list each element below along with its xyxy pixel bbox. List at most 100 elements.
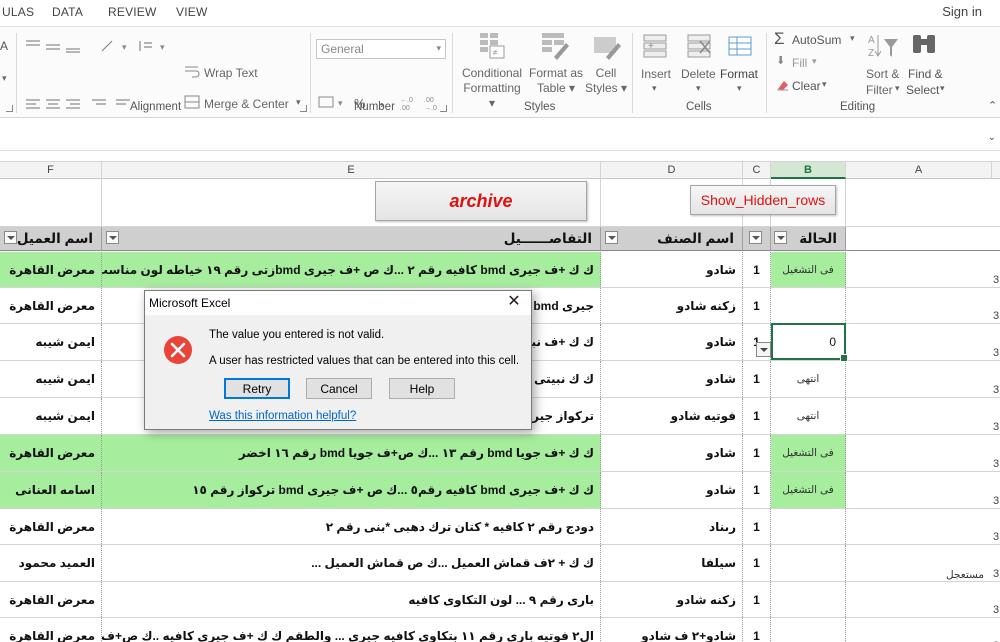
chevron-down-icon[interactable]: ▾: [652, 83, 657, 94]
chevron-down-icon[interactable]: ▾: [850, 33, 855, 44]
cell-colA[interactable]: [846, 398, 992, 434]
wrap-text-icon[interactable]: [184, 65, 200, 79]
cell-qty[interactable]: 1: [743, 618, 771, 642]
cell-qty[interactable]: 1: [743, 435, 771, 471]
eraser-icon[interactable]: [776, 79, 790, 91]
cell-colA[interactable]: [846, 472, 992, 508]
cell-customer[interactable]: معرض القاهرة: [0, 618, 102, 642]
cell-customer[interactable]: العميد محمود: [0, 545, 102, 581]
cell-item[interactable]: زكنه شادو: [601, 582, 743, 617]
cell-details[interactable]: دودج رقم ٢ كافيه * كتان ترك دهبى *بنى رق…: [102, 509, 601, 544]
cell-status[interactable]: فى التشغيل: [771, 472, 846, 508]
cell-customer[interactable]: معرض القاهرة: [0, 435, 102, 471]
cell-status[interactable]: فى التشغيل: [771, 435, 846, 471]
cell-status[interactable]: [771, 288, 846, 323]
cell-status[interactable]: [771, 509, 846, 544]
sort-filter-button[interactable]: Sort &: [866, 67, 899, 81]
clear-button[interactable]: Clear: [792, 79, 821, 93]
cell-item[interactable]: شادو+٢ ف شادو: [601, 618, 743, 642]
wrap-text-button[interactable]: Wrap Text: [204, 66, 258, 80]
cell-status[interactable]: فى التشغيل: [771, 252, 846, 287]
cell-qty[interactable]: 1: [743, 582, 771, 617]
cell-colA[interactable]: [846, 582, 992, 617]
binoculars-icon[interactable]: [910, 31, 940, 59]
decimal-icons[interactable]: ←.0.00.00→.0: [398, 93, 446, 113]
feedback-link[interactable]: Was this information helpful?: [209, 410, 356, 422]
column-header-e[interactable]: E: [102, 162, 601, 179]
merge-center-button[interactable]: Merge & Center: [204, 97, 289, 111]
cell-customer[interactable]: ايمن شيبه: [0, 324, 102, 360]
cell-qty[interactable]: 1: [743, 361, 771, 397]
collapse-ribbon-icon[interactable]: ⌃: [988, 99, 997, 112]
number-format-select[interactable]: General ▾: [316, 39, 446, 59]
cell-item[interactable]: زكنه شادو: [601, 288, 743, 323]
chevron-down-icon[interactable]: ▾: [940, 83, 945, 94]
delete-cells-icon[interactable]: [686, 33, 714, 59]
format-as-table-icon[interactable]: [540, 31, 570, 61]
font-size-up-icon[interactable]: A: [0, 39, 8, 53]
chevron-down-icon[interactable]: ▾: [737, 83, 742, 94]
cell-status[interactable]: [771, 545, 846, 581]
retry-button[interactable]: Retry: [224, 378, 290, 399]
format-as-table-button[interactable]: Format as Table ▾: [526, 66, 586, 96]
chevron-down-icon[interactable]: ▾: [2, 73, 7, 84]
cell-styles-icon[interactable]: [592, 31, 622, 61]
cell-qty[interactable]: 1: [743, 472, 771, 508]
tab-formulas[interactable]: ULAS: [2, 5, 34, 19]
cell-customer[interactable]: معرض القاهرة: [0, 288, 102, 323]
format-button[interactable]: Format: [720, 67, 758, 81]
close-icon[interactable]: ✕: [505, 293, 523, 311]
sign-in-link[interactable]: Sign in: [942, 4, 982, 19]
cell-customer[interactable]: معرض القاهرة: [0, 252, 102, 287]
merge-center-icon[interactable]: [184, 95, 200, 109]
cell-qty[interactable]: 1: [743, 509, 771, 544]
cell-status[interactable]: انتهى: [771, 398, 846, 434]
cell-colA[interactable]: [846, 435, 992, 471]
autosum-button[interactable]: AutoSum: [792, 33, 841, 47]
tab-view[interactable]: VIEW: [176, 5, 207, 19]
help-button[interactable]: Help: [389, 378, 455, 399]
insert-cells-icon[interactable]: +: [642, 33, 670, 59]
number-launcher-icon[interactable]: [440, 105, 447, 112]
cell-qty[interactable]: 1: [743, 398, 771, 434]
cell-colA[interactable]: [846, 361, 992, 397]
cell-details[interactable]: بارى رقم ٩ ... لون التكاوى كافيه: [102, 582, 601, 617]
cell-colA[interactable]: [846, 252, 992, 287]
column-header-f[interactable]: F: [0, 162, 102, 179]
cell-details[interactable]: ك ك +ف جيرى bmd كافيه رقم ٢ ...ك ص +ف جي…: [102, 252, 601, 287]
format-cells-icon[interactable]: [726, 31, 754, 59]
column-header-b[interactable]: B: [771, 162, 846, 179]
orientation-icon[interactable]: ▾ ▾: [100, 39, 170, 53]
cell-customer[interactable]: ايمن شيبه: [0, 398, 102, 434]
cell-qty[interactable]: 1: [743, 288, 771, 323]
cell-colA[interactable]: [846, 288, 992, 323]
cell-colA[interactable]: مستعجل: [846, 545, 992, 581]
cell-details[interactable]: ال٢ فوتيه بارى رقم ١١ بتكاوى كافيه جيرى …: [102, 618, 601, 642]
cell-item[interactable]: شادو: [601, 252, 743, 287]
cell-item[interactable]: فوتيه شادو: [601, 398, 743, 434]
align-top-icon[interactable]: [24, 39, 96, 53]
cell-status[interactable]: انتهى: [771, 361, 846, 397]
filter-dropdown-icon[interactable]: [4, 231, 17, 244]
alignment-launcher-icon[interactable]: [300, 105, 307, 112]
cell-colA[interactable]: [846, 509, 992, 544]
tab-data[interactable]: DATA: [52, 5, 83, 19]
chevron-down-icon[interactable]: ▾: [895, 83, 900, 94]
cell-item[interactable]: شادو: [601, 361, 743, 397]
tab-review[interactable]: REVIEW: [108, 5, 157, 19]
column-header-d[interactable]: D: [601, 162, 743, 179]
cancel-button[interactable]: Cancel: [306, 378, 372, 399]
cell-qty[interactable]: 1: [743, 545, 771, 581]
filter-dropdown-icon[interactable]: [774, 231, 787, 244]
filter-dropdown-icon[interactable]: [749, 231, 762, 244]
sort-filter-icon[interactable]: AZ: [866, 31, 900, 61]
chevron-down-icon[interactable]: ▾: [812, 56, 817, 67]
cell-qty[interactable]: 1: [743, 252, 771, 287]
cell-customer[interactable]: معرض القاهرة: [0, 509, 102, 544]
cell-details[interactable]: ك ك +ف جويا bmd رقم ١٣ ...ك ص+ف جويا bmd…: [102, 435, 601, 471]
cell-colA[interactable]: [846, 324, 992, 360]
active-cell[interactable]: 0: [771, 323, 848, 362]
fill-button[interactable]: Fill: [792, 56, 807, 70]
filter-label[interactable]: Filter: [866, 83, 893, 97]
chevron-down-icon[interactable]: ▾: [822, 79, 827, 90]
